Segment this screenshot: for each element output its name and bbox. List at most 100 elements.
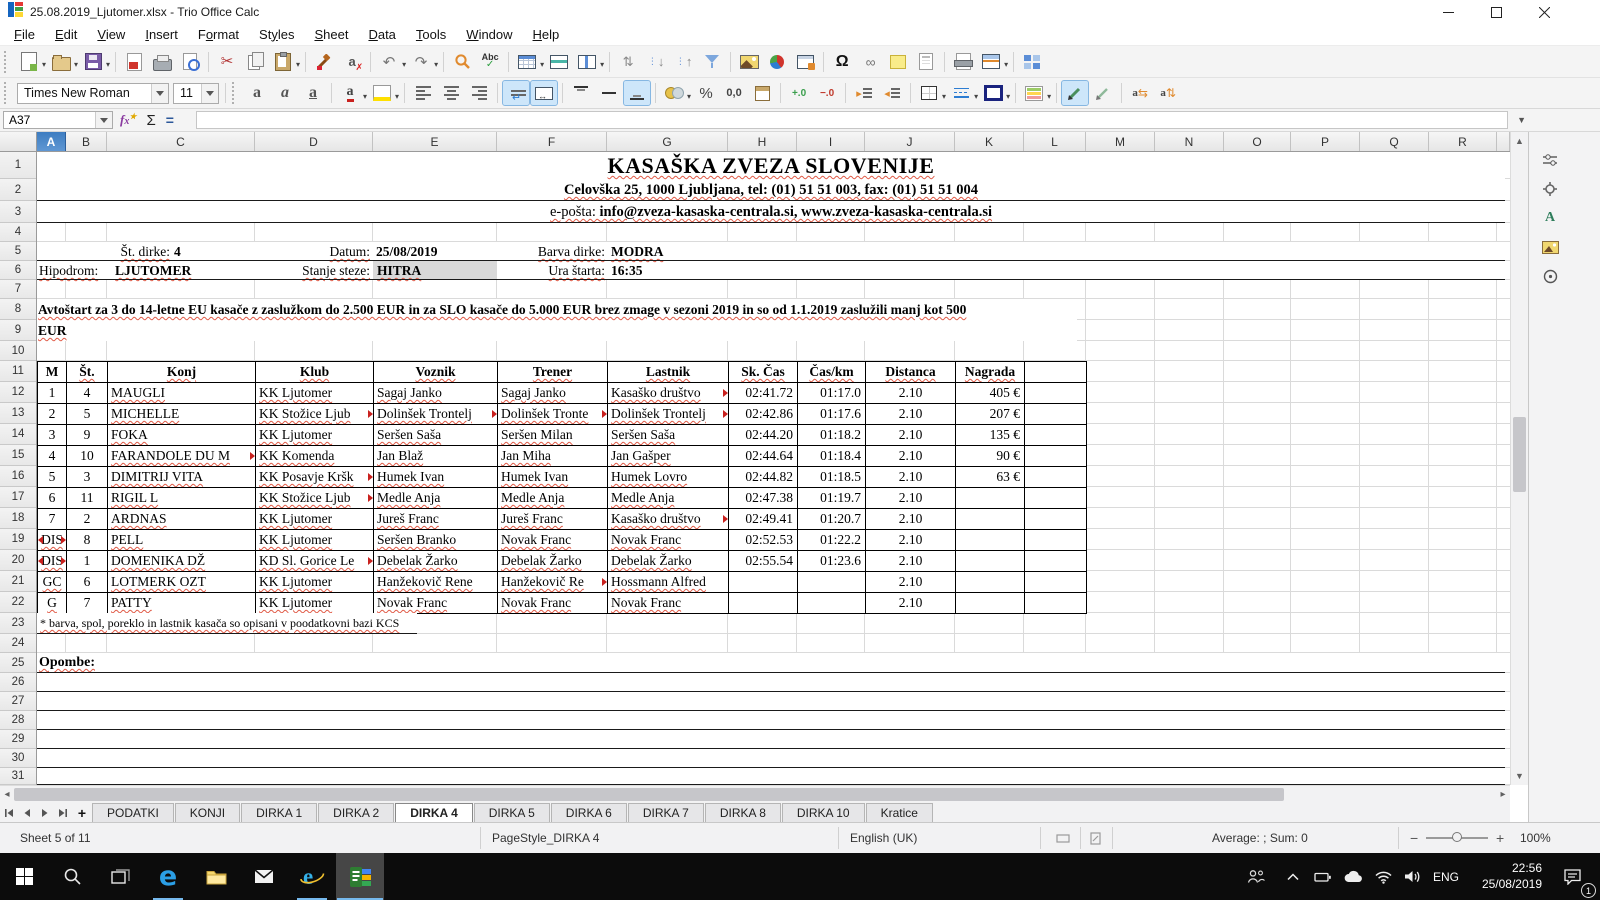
result-cell-empty[interactable] <box>1025 509 1087 530</box>
result-cell[interactable]: MAUGLI <box>108 383 256 404</box>
sheet-tab-konji[interactable]: KONJI <box>175 803 240 822</box>
comment-icon[interactable] <box>885 50 911 74</box>
chevron-down-icon[interactable]: ▾ <box>363 92 367 101</box>
menu-insert[interactable]: Insert <box>135 24 188 46</box>
border-color-icon[interactable] <box>980 81 1006 105</box>
align-top-icon[interactable] <box>568 81 594 105</box>
menu-styles[interactable]: Styles <box>249 24 304 46</box>
row-header-1[interactable]: 1 <box>0 152 36 179</box>
results-header-10[interactable]: Nagrada <box>956 362 1025 383</box>
insert-chart-icon[interactable] <box>764 50 790 74</box>
insert-row-icon[interactable] <box>546 50 572 74</box>
zoom-slider-thumb[interactable] <box>1452 832 1462 842</box>
result-cell[interactable]: Seršen Milan <box>498 425 608 446</box>
result-cell[interactable]: Novak Franc <box>608 593 729 614</box>
equals-icon[interactable]: = <box>166 112 174 128</box>
menu-tools[interactable]: Tools <box>406 24 456 46</box>
result-cell[interactable]: 2.10 <box>866 593 956 614</box>
column-header-I[interactable]: I <box>797 132 865 151</box>
result-cell[interactable]: 405 € <box>956 383 1025 404</box>
column-header-R[interactable]: R <box>1429 132 1497 151</box>
language[interactable]: English (UK) <box>850 823 917 853</box>
indent-increase-icon[interactable]: ▸ <box>851 81 877 105</box>
result-cell[interactable]: FARANDOLE DU M <box>108 446 256 467</box>
result-cell[interactable] <box>956 509 1025 530</box>
font-name-select[interactable]: Times New Roman <box>17 83 169 104</box>
result-cell-empty[interactable] <box>1025 467 1087 488</box>
result-cell[interactable] <box>956 530 1025 551</box>
result-cell[interactable]: 2.10 <box>866 488 956 509</box>
pivot-table-icon[interactable] <box>792 50 818 74</box>
percent-icon[interactable]: % <box>693 81 719 105</box>
row-header-31[interactable]: 31 <box>0 768 36 785</box>
properties-icon[interactable] <box>1537 177 1563 201</box>
align-middle-icon[interactable] <box>596 81 622 105</box>
paste-icon[interactable] <box>270 50 296 74</box>
row-header-3[interactable]: 3 <box>0 201 36 223</box>
currency-icon[interactable] <box>661 81 687 105</box>
results-header-4[interactable]: Voznik <box>374 362 498 383</box>
grid-corner[interactable] <box>0 132 37 151</box>
result-cell[interactable]: 90 € <box>956 446 1025 467</box>
result-cell[interactable]: 2.10 <box>866 446 956 467</box>
column-header-M[interactable]: M <box>1086 132 1155 151</box>
result-cell[interactable]: 1 <box>67 551 108 572</box>
result-cell[interactable]: KK Komenda <box>256 446 374 467</box>
result-cell[interactable] <box>956 572 1025 593</box>
sort-ascending-icon[interactable]: ⋮↓ <box>643 50 669 74</box>
row-header-18[interactable]: 18 <box>0 508 36 529</box>
volume-icon[interactable] <box>1398 853 1428 900</box>
zoom-in-icon[interactable]: + <box>1496 823 1504 853</box>
result-cell-empty[interactable] <box>1025 446 1087 467</box>
chevron-down-icon[interactable]: ▾ <box>434 60 438 69</box>
row-header-30[interactable]: 30 <box>0 749 36 768</box>
column-header-F[interactable]: F <box>497 132 607 151</box>
column-header-C[interactable]: C <box>107 132 255 151</box>
chevron-down-icon[interactable]: ▾ <box>1006 92 1010 101</box>
result-cell[interactable]: Jan Gašper <box>608 446 729 467</box>
column-header-Q[interactable]: Q <box>1360 132 1429 151</box>
result-cell[interactable]: 02:44.64 <box>729 446 798 467</box>
chevron-down-icon[interactable]: ▾ <box>942 92 946 101</box>
onedrive-cloud-icon[interactable] <box>1338 853 1368 900</box>
column-header-P[interactable]: P <box>1291 132 1360 151</box>
result-cell[interactable]: KK Ljutomer <box>256 509 374 530</box>
chevron-down-icon[interactable]: ▾ <box>106 60 110 69</box>
name-box[interactable]: A37 <box>3 111 113 129</box>
result-cell[interactable]: 2.10 <box>866 425 956 446</box>
row-header-4[interactable]: 4 <box>0 223 36 242</box>
chevron-down-icon[interactable]: ▾ <box>395 92 399 101</box>
align-right-icon[interactable] <box>466 81 492 105</box>
result-cell[interactable]: 3 <box>38 425 67 446</box>
result-cell[interactable] <box>798 593 866 614</box>
insert-image-icon[interactable] <box>736 50 762 74</box>
results-header-2[interactable]: Konj <box>108 362 256 383</box>
minimize-button[interactable] <box>1424 0 1472 24</box>
gallery-icon[interactable] <box>1537 235 1563 259</box>
horizontal-scroll-thumb[interactable] <box>14 788 1284 801</box>
clock[interactable]: 22:56 25/08/2019 <box>1466 860 1542 892</box>
column-header-J[interactable]: J <box>865 132 955 151</box>
notifications-icon[interactable]: 1 <box>1552 853 1592 900</box>
result-cell[interactable]: Jureš Franc <box>374 509 498 530</box>
zoom-out-icon[interactable]: − <box>1410 823 1418 853</box>
result-cell[interactable]: 7 <box>38 509 67 530</box>
row-header-6[interactable]: 6 <box>0 261 36 280</box>
result-cell[interactable]: Medle Anja <box>374 488 498 509</box>
row-header-22[interactable]: 22 <box>0 592 36 613</box>
highlight-color-icon[interactable] <box>369 81 395 105</box>
menu-edit[interactable]: Edit <box>45 24 87 46</box>
chevron-down-icon[interactable]: ▾ <box>1004 60 1008 69</box>
result-cell[interactable]: 135 € <box>956 425 1025 446</box>
chevron-down-icon[interactable]: ▾ <box>540 60 544 69</box>
result-cell[interactable]: 02:55.54 <box>729 551 798 572</box>
merge-cells-icon[interactable]: ↔ <box>531 81 557 105</box>
result-cell-empty[interactable] <box>1025 551 1087 572</box>
result-cell[interactable]: 7 <box>67 593 108 614</box>
result-cell[interactable]: MICHELLE <box>108 404 256 425</box>
sheet-tab-dirka-8[interactable]: DIRKA 8 <box>705 803 781 822</box>
result-cell[interactable]: Seršen Saša <box>608 425 729 446</box>
page-style[interactable]: PageStyle_DIRKA 4 <box>492 823 599 853</box>
mail-icon[interactable] <box>240 853 288 900</box>
row-header-19[interactable]: 19 <box>0 529 36 550</box>
